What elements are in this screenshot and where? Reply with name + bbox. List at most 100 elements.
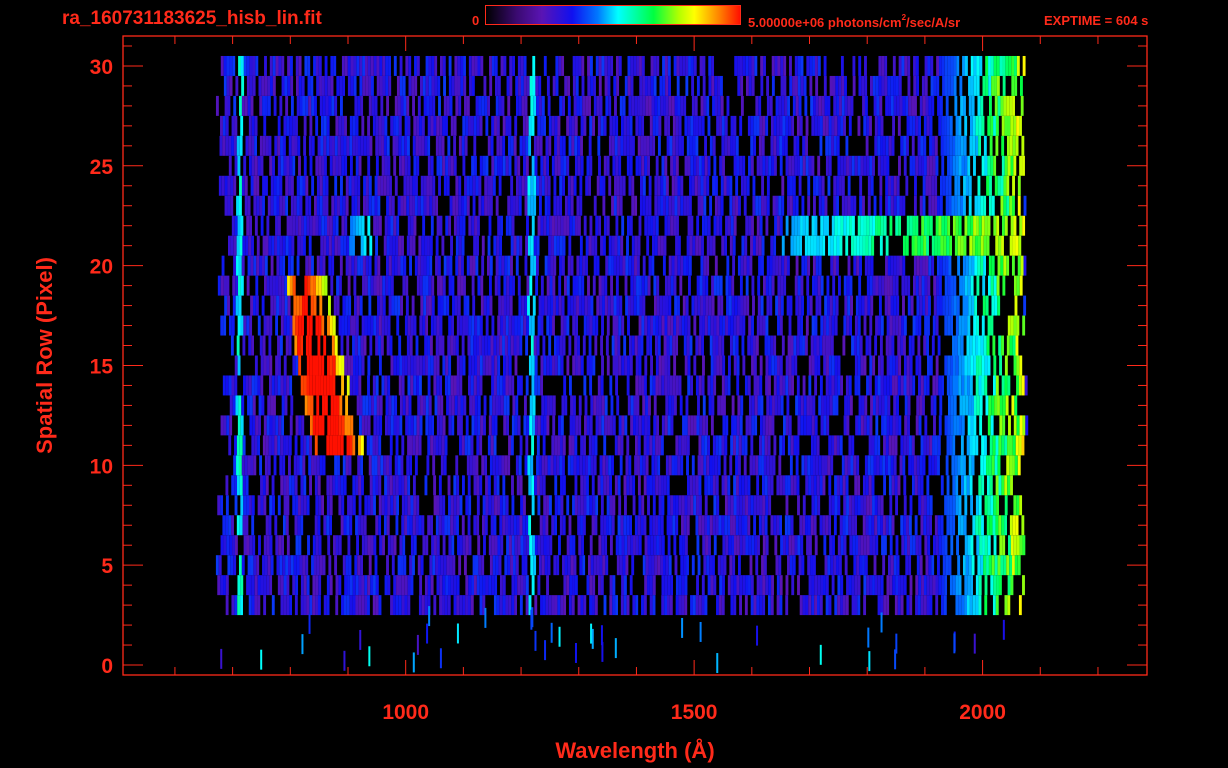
heatmap-cell — [246, 215, 250, 236]
heatmap-cell — [1013, 275, 1017, 296]
heatmap-cell — [882, 555, 886, 576]
heatmap-cell — [631, 335, 635, 356]
heatmap-cell — [331, 335, 335, 356]
heatmap-cell — [811, 595, 815, 616]
heatmap-cell — [855, 535, 859, 556]
heatmap-cell — [991, 455, 995, 476]
heatmap-cell — [587, 455, 591, 476]
heatmap-cell — [975, 495, 979, 516]
heatmap-cell — [907, 415, 910, 436]
heatmap-cell — [549, 315, 553, 336]
heatmap-cell — [632, 595, 636, 616]
heatmap-cell — [686, 135, 690, 156]
heatmap-cell — [490, 335, 494, 356]
heatmap-cell — [938, 115, 942, 136]
heatmap-cell — [977, 555, 981, 576]
heatmap-cell — [675, 135, 679, 156]
heatmap-cell — [944, 315, 948, 336]
heatmap-cell — [595, 495, 599, 516]
heatmap-cell — [830, 455, 834, 476]
heatmap-cell — [332, 215, 336, 236]
heatmap-cell — [558, 535, 561, 556]
heatmap-cell — [496, 375, 500, 396]
heatmap-cell — [574, 475, 578, 496]
heatmap-cell — [392, 595, 396, 616]
heatmap-cell — [688, 275, 691, 296]
heatmap-cell — [786, 295, 790, 316]
heatmap-cell — [867, 255, 871, 276]
heatmap-cell — [335, 215, 339, 236]
heatmap-cell — [269, 375, 272, 396]
heatmap-cell — [517, 535, 521, 556]
heatmap-cell — [567, 555, 571, 576]
heatmap-cell — [563, 155, 567, 176]
heatmap-cell — [308, 195, 312, 216]
heatmap-cell — [824, 195, 828, 216]
heatmap-cell — [802, 495, 806, 516]
heatmap-cell — [348, 255, 352, 276]
heatmap-cell — [653, 275, 657, 296]
heatmap-cell — [339, 255, 343, 276]
heatmap-cell — [284, 295, 288, 316]
heatmap-cell — [880, 215, 884, 236]
heatmap-cell — [374, 175, 378, 196]
heatmap-cell — [753, 375, 757, 396]
heatmap-cell — [840, 155, 844, 176]
heatmap-cell — [486, 295, 490, 316]
heatmap-cell — [453, 515, 457, 536]
heatmap-cell — [592, 115, 596, 136]
heatmap-cell — [580, 135, 583, 156]
heatmap-cell — [363, 335, 367, 356]
heatmap-cell — [282, 255, 286, 276]
heatmap-cell — [237, 595, 241, 616]
heatmap-cell — [498, 95, 502, 116]
heatmap-cell — [579, 255, 583, 276]
heatmap-cell — [453, 135, 457, 156]
heatmap-cell — [606, 475, 610, 496]
heatmap-cell — [712, 175, 715, 196]
heatmap-cell — [502, 115, 506, 136]
heatmap-cell — [736, 535, 740, 556]
heatmap-cell — [972, 135, 976, 156]
heatmap-cell — [611, 235, 615, 256]
heatmap-cell — [430, 435, 434, 456]
heatmap-cell — [474, 395, 478, 416]
heatmap-cell — [992, 515, 996, 536]
heatmap-cell — [554, 335, 557, 356]
heatmap-cell — [918, 415, 922, 436]
heatmap-cell — [800, 415, 804, 436]
heatmap-cell — [620, 135, 624, 156]
heatmap-cell — [596, 255, 600, 276]
heatmap-cell — [346, 235, 350, 256]
heatmap-cell — [826, 215, 829, 236]
heatmap-cell — [629, 215, 633, 236]
heatmap-cell — [569, 575, 573, 596]
heatmap-cell — [797, 535, 801, 556]
heatmap-cell — [322, 195, 326, 216]
heatmap-cell — [743, 195, 747, 216]
heatmap-cell — [355, 595, 359, 616]
heatmap-cell — [961, 375, 965, 396]
heatmap-cell — [804, 255, 808, 276]
heatmap-cell — [869, 115, 872, 136]
heatmap-cell — [805, 315, 809, 336]
heatmap-cell — [712, 435, 716, 456]
heatmap-cell — [333, 295, 337, 316]
heatmap-cell — [534, 475, 537, 496]
heatmap-cell — [567, 95, 571, 116]
heatmap-cell — [349, 515, 353, 536]
heatmap-cell — [783, 415, 786, 436]
heatmap-cell — [967, 155, 971, 176]
heatmap-cell — [976, 275, 980, 296]
heatmap-cell — [889, 315, 893, 336]
heatmap-cell — [418, 135, 422, 156]
heatmap-cell — [877, 495, 881, 516]
heatmap-cell — [798, 175, 802, 196]
heatmap-cell — [263, 355, 267, 376]
heatmap-cell — [458, 175, 462, 196]
heatmap-cell — [377, 295, 380, 316]
heatmap-cell — [915, 275, 919, 296]
heatmap-cell — [736, 155, 740, 176]
heatmap-cell — [950, 395, 954, 416]
heatmap-cell — [684, 415, 688, 436]
